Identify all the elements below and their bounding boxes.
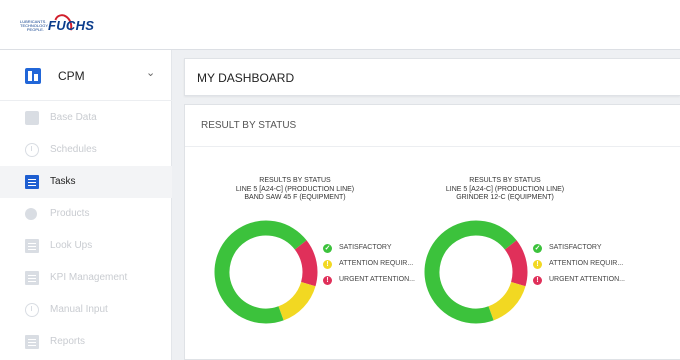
legend-label: URGENT ATTENTION... — [339, 276, 415, 283]
chart-subtitle-line: LINE 5 [A24-C] (PRODUCTION LINE) — [235, 185, 355, 193]
clock-icon — [25, 143, 39, 157]
sidebar-item-label: KPI Management — [50, 272, 128, 283]
check-icon: ✓ — [533, 244, 542, 253]
legend-label: ATTENTION REQUIR... — [549, 260, 624, 267]
chart-subtitle-line: LINE 5 [A24-C] (PRODUCTION LINE) — [445, 185, 565, 193]
clipboard-icon — [25, 175, 39, 189]
page-title: MY DASHBOARD — [197, 71, 295, 85]
sidebar-item-schedules[interactable]: Schedules — [0, 134, 172, 166]
clock-icon — [25, 303, 39, 317]
legend-label: ATTENTION REQUIR... — [339, 260, 414, 267]
sidebar-item-label: Manual Input — [50, 304, 108, 315]
sidebar-item-label: Products — [50, 208, 90, 219]
warning-icon: ! — [323, 260, 332, 269]
sidebar-divider — [0, 100, 172, 101]
logo-wordmark: FUCHS — [48, 18, 95, 33]
alert-icon: ! — [533, 276, 542, 285]
donut-segment-attention[interactable] — [488, 281, 526, 321]
module-selector[interactable]: CPM ⌄ — [0, 56, 172, 96]
document-icon — [25, 271, 39, 285]
sidebar-item-manual-input[interactable]: Manual Input — [0, 294, 172, 326]
donut-segment-urgent[interactable] — [504, 240, 528, 287]
sidebar-item-kpi-management[interactable]: KPI Management — [0, 262, 172, 294]
sidebar-item-reports[interactable]: Reports — [0, 326, 172, 358]
sidebar-item-label: Look Ups — [50, 240, 93, 251]
chart-panel: RESULTS BY STATUS LINE 5 [A24-C] (PRODUC… — [195, 177, 425, 337]
card-header: RESULT BY STATUS — [185, 105, 680, 147]
drop-icon — [25, 208, 37, 220]
sidebar-item-products[interactable]: Products — [0, 198, 172, 230]
check-icon: ✓ — [323, 244, 332, 253]
legend-item-urgent[interactable]: ! URGENT ATTENTION... — [533, 273, 643, 289]
chevron-down-icon[interactable]: ⌄ — [146, 66, 155, 79]
sidebar-item-tasks[interactable]: Tasks — [0, 166, 172, 198]
chart-subtitle-line: BAND SAW 45 F (EQUIPMENT) — [244, 194, 346, 201]
warning-icon: ! — [533, 260, 542, 269]
fuchs-logo[interactable]: LUBRICANTS. TECHNOLOGY. PEOPLE. FUCHS — [20, 10, 100, 42]
chart-title: RESULTS BY STATUS LINE 5 [A24-C] (PRODUC… — [195, 177, 395, 203]
section-title: RESULT BY STATUS — [201, 120, 297, 131]
building-icon — [25, 111, 39, 125]
legend-item-satisfactory[interactable]: ✓ SATISFACTORY — [533, 241, 643, 257]
legend-label: SATISFACTORY — [339, 244, 392, 251]
donut-chart[interactable] — [211, 217, 321, 327]
sidebar-item-label: Schedules — [50, 144, 97, 155]
donut-segment-attention[interactable] — [278, 281, 316, 321]
legend-label: URGENT ATTENTION... — [549, 276, 625, 283]
chart-title-line: RESULTS BY STATUS — [469, 177, 541, 184]
module-label: CPM — [58, 69, 85, 83]
logo-tagline: LUBRICANTS. TECHNOLOGY. PEOPLE. — [20, 19, 49, 32]
sidebar-item-base-data[interactable]: Base Data — [0, 102, 172, 134]
sidebar-item-label: Reports — [50, 336, 86, 347]
chart-panel: RESULTS BY STATUS LINE 5 [A24-C] (PRODUC… — [405, 177, 635, 337]
chart-title: RESULTS BY STATUS LINE 5 [A24-C] (PRODUC… — [405, 177, 605, 203]
chart-legend: ✓ SATISFACTORY ! ATTENTION REQUIR... ! U… — [533, 241, 643, 289]
sidebar-item-label: Tasks — [50, 176, 76, 187]
legend-item-attention[interactable]: ! ATTENTION REQUIR... — [533, 257, 643, 273]
sidebar-item-look-ups[interactable]: Look Ups — [0, 230, 172, 262]
donut-chart[interactable] — [421, 217, 531, 327]
module-icon — [25, 68, 41, 84]
alert-icon: ! — [323, 276, 332, 285]
sidebar-item-label: Base Data — [50, 112, 97, 123]
clipboard-icon — [25, 239, 39, 253]
page-title-card: MY DASHBOARD — [184, 58, 680, 96]
chart-subtitle-line: GRINDER 12-C (EQUIPMENT) — [456, 194, 554, 201]
result-by-status-card: RESULT BY STATUS RESULTS BY STATUS LINE … — [184, 104, 680, 360]
document-icon — [25, 335, 39, 349]
top-bar: LUBRICANTS. TECHNOLOGY. PEOPLE. FUCHS — [0, 0, 680, 50]
sidebar: CPM ⌄ Base Data Schedules Tasks Products… — [0, 50, 172, 360]
legend-label: SATISFACTORY — [549, 244, 602, 251]
chart-title-line: RESULTS BY STATUS — [259, 177, 331, 184]
donut-segment-urgent[interactable] — [294, 240, 318, 287]
